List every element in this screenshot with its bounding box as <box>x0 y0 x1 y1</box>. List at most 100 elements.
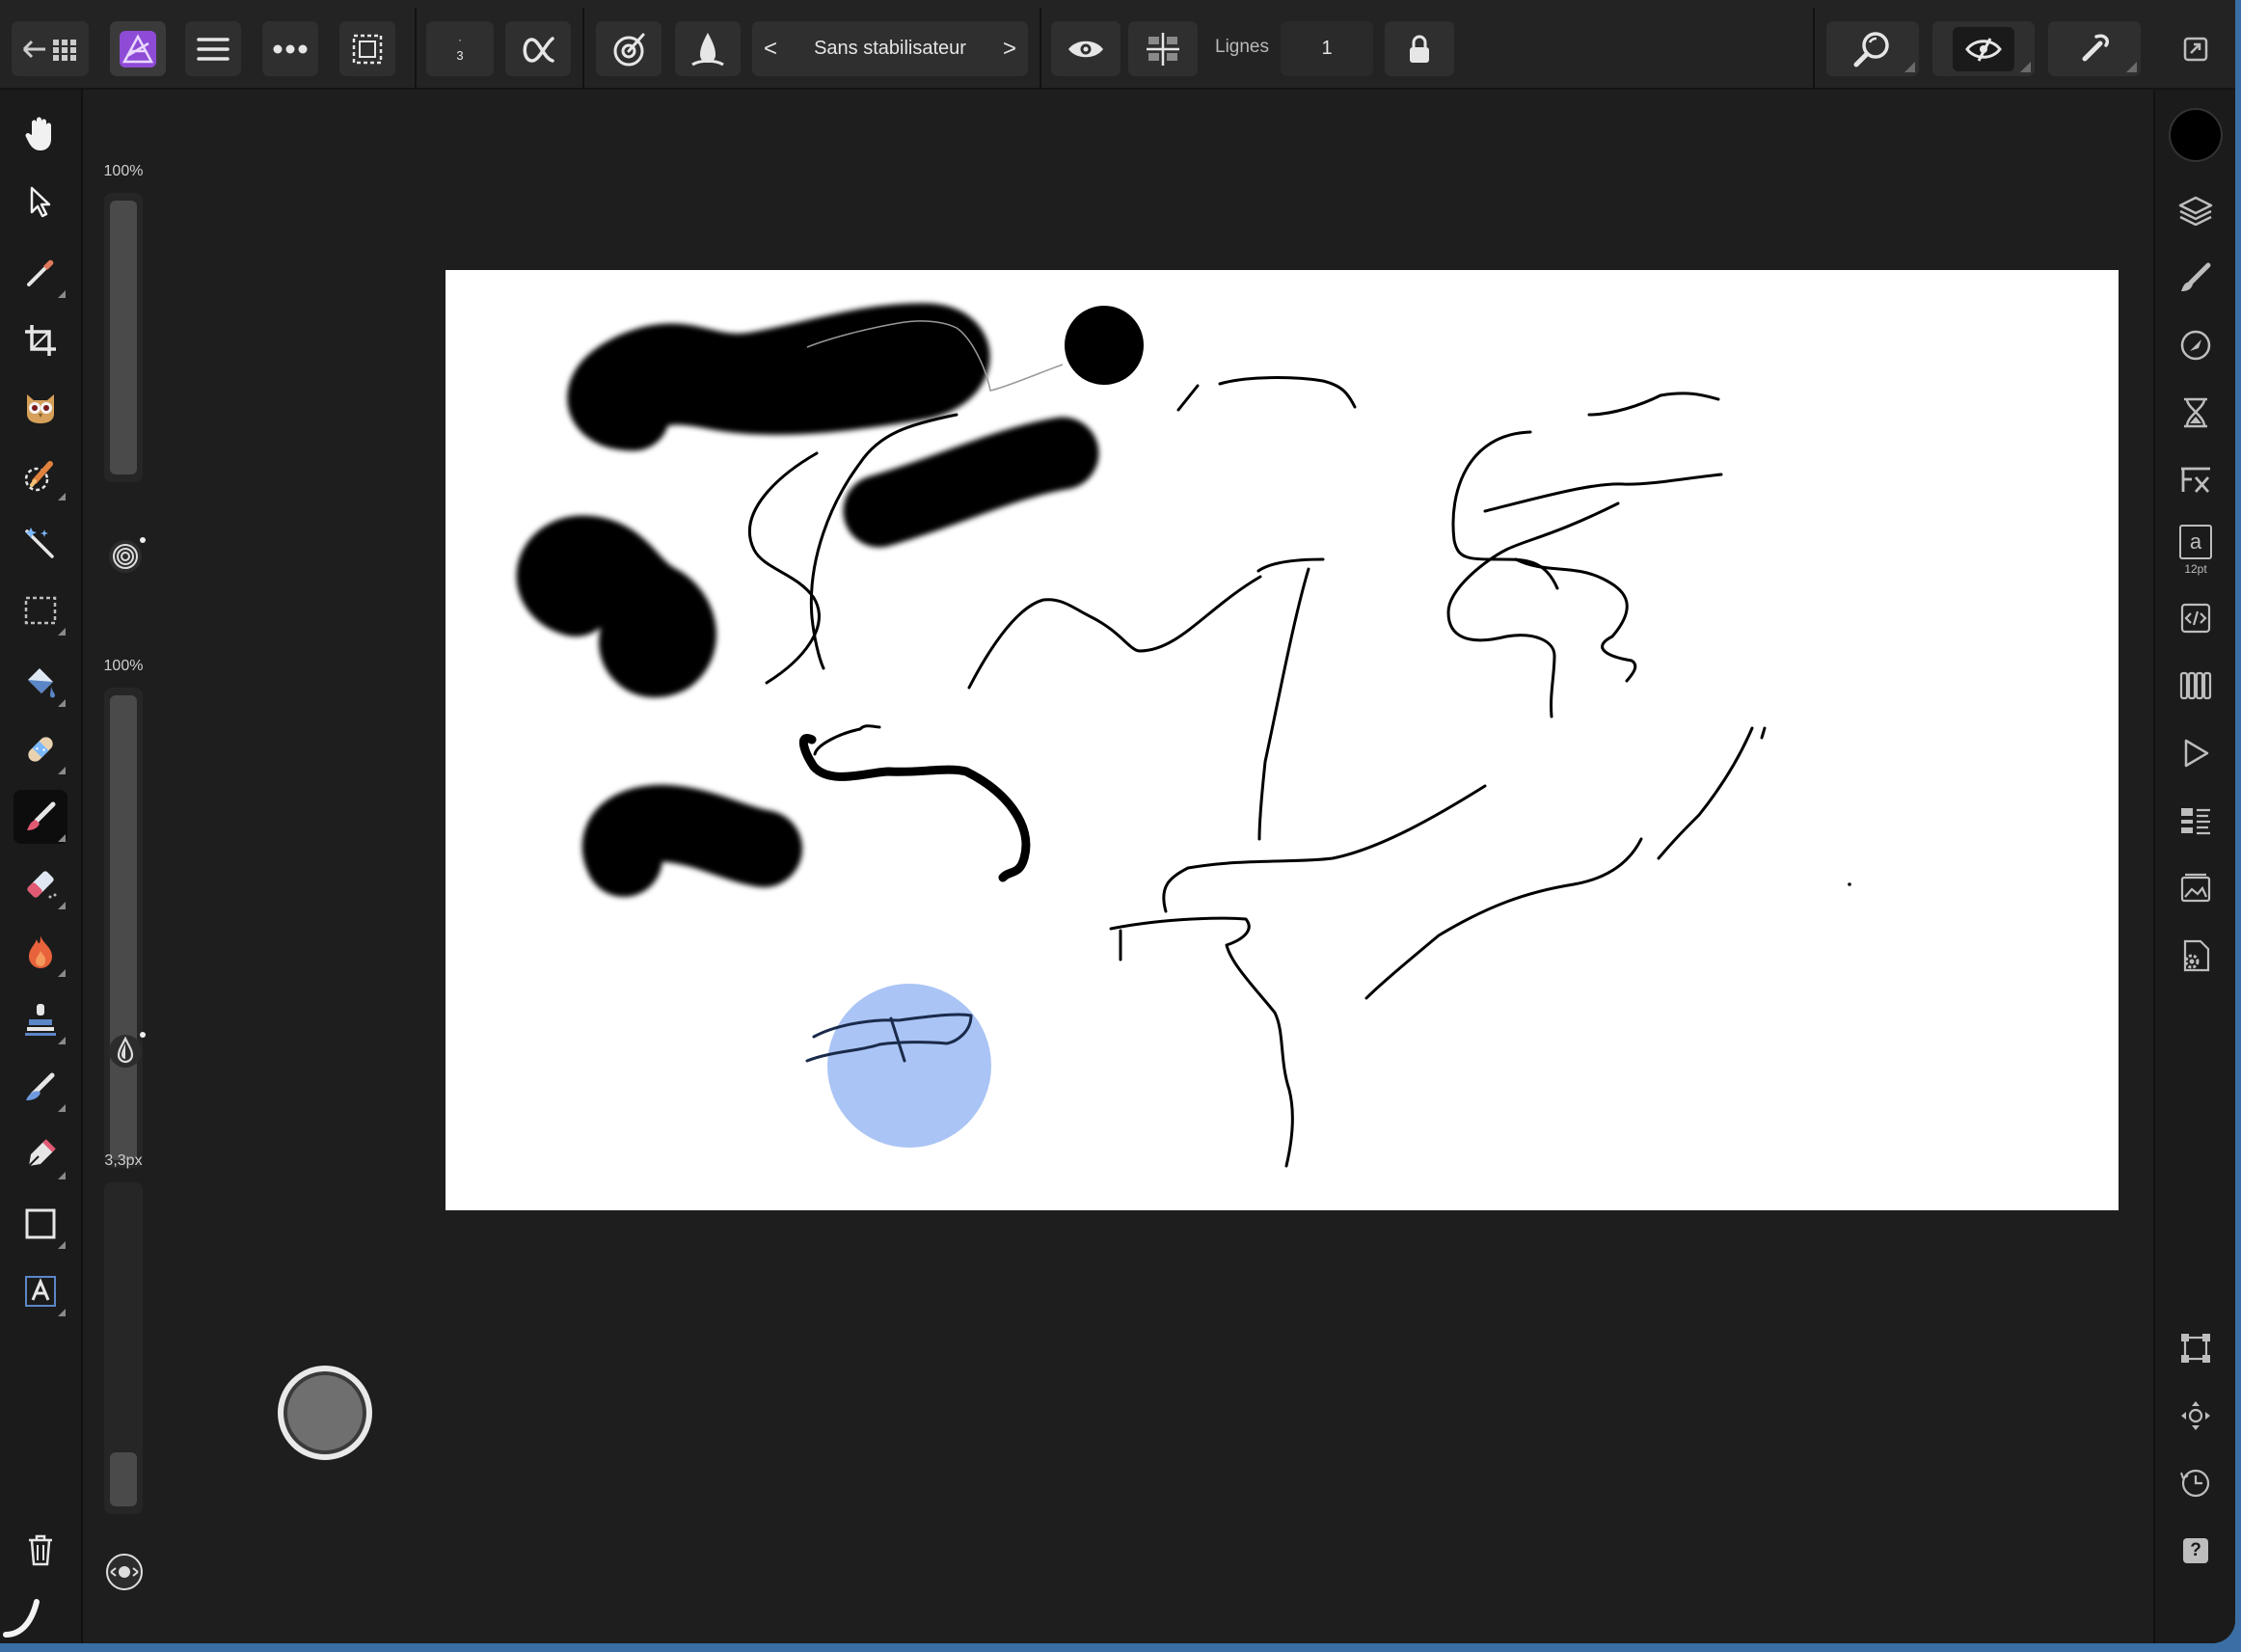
more-button[interactable] <box>262 21 318 76</box>
brush-panel-icon <box>2181 262 2211 291</box>
burn-tool[interactable] <box>14 925 68 979</box>
opacity-target-icon[interactable] <box>104 535 147 578</box>
navigator-icon <box>2181 1401 2210 1430</box>
navigator-panel-button[interactable] <box>2167 1387 2225 1445</box>
layers-panel-button[interactable] <box>2167 181 2225 239</box>
healing-tool[interactable] <box>14 722 68 776</box>
text-icon <box>25 1276 56 1307</box>
line-stroke <box>1162 784 1487 913</box>
width-slider-fill <box>110 1452 137 1506</box>
lines-label: Lignes <box>1215 37 1269 57</box>
thick-stroke-1 <box>567 303 990 451</box>
history-clock-button[interactable] <box>2167 1454 2225 1512</box>
toolbar-separator <box>1813 8 1815 88</box>
channels-panel-button[interactable] <box>2167 792 2225 850</box>
corner-indicator <box>58 1309 66 1316</box>
view-toggle-button[interactable] <box>1051 21 1120 76</box>
lock-button[interactable] <box>1385 21 1454 76</box>
corner-indicator <box>2126 62 2137 72</box>
canvas-drawing <box>516 303 1851 1168</box>
smudge-tool[interactable] <box>14 1060 68 1114</box>
marquee-tool[interactable] <box>14 583 68 637</box>
menu-button[interactable] <box>185 21 241 76</box>
magic-wand-tool[interactable] <box>14 516 68 570</box>
crop-tool[interactable] <box>14 313 68 367</box>
text-tool[interactable] <box>14 1264 68 1318</box>
clone-stamp-icon <box>25 1004 56 1036</box>
corner-indicator <box>58 628 66 636</box>
color-picker-tool[interactable] <box>14 246 68 300</box>
line-stroke <box>967 575 1262 690</box>
paint-brush-tool[interactable] <box>14 790 68 844</box>
document-settings-button[interactable] <box>2167 927 2225 985</box>
brush-preset-button[interactable]: · 3 <box>426 21 494 76</box>
stabilizer-next-button[interactable]: > <box>1003 36 1016 63</box>
hidden-eye-icon <box>1965 37 2002 62</box>
pen-nib-icon <box>28 1139 56 1167</box>
history-panel-button[interactable] <box>2167 384 2225 442</box>
clone-tool[interactable] <box>14 992 68 1046</box>
transform-panel-button[interactable] <box>2167 1319 2225 1377</box>
quick-mask-frame <box>1953 26 2014 71</box>
wet-edges-button[interactable] <box>675 21 741 76</box>
top-toolbar: · 3 < Sans stabilisateur > Lignes 1 <box>0 0 2235 90</box>
flow-droplet-icon[interactable] <box>104 1030 147 1072</box>
hand-tool[interactable] <box>14 107 68 161</box>
pressure-toggle-icon[interactable] <box>102 1550 147 1594</box>
macros-panel-button[interactable] <box>2167 724 2225 782</box>
color-swatch-button[interactable] <box>2167 106 2225 164</box>
brush-size-hint: 3 <box>456 48 464 63</box>
persona-photo-button[interactable] <box>110 21 166 76</box>
shape-tool[interactable] <box>14 1197 68 1251</box>
burn-flame-icon <box>29 935 52 968</box>
help-button[interactable]: ? <box>2167 1522 2225 1580</box>
effects-panel-button[interactable] <box>2167 451 2225 509</box>
brush-options-button[interactable] <box>505 21 571 76</box>
quick-mask-button[interactable] <box>1932 21 2035 76</box>
assistant-button[interactable] <box>2048 21 2141 76</box>
selection-button[interactable] <box>339 21 395 76</box>
corner-indicator <box>58 834 66 842</box>
line-stroke <box>1218 376 1357 409</box>
text-styles-panel-button[interactable]: a 12pt <box>2167 514 2225 585</box>
swatch-strips-icon <box>2179 671 2212 700</box>
fullscreen-button[interactable] <box>2168 21 2224 76</box>
code-panel-button[interactable] <box>2167 589 2225 647</box>
back-to-gallery-button[interactable] <box>12 21 89 76</box>
opacity-label: 100% <box>103 163 144 179</box>
corner-indicator <box>58 493 66 501</box>
play-icon <box>2184 739 2209 768</box>
width-slider[interactable] <box>104 1182 143 1514</box>
stabilizer-selector[interactable]: < Sans stabilisateur > <box>752 21 1028 76</box>
line-stroke <box>798 734 1031 882</box>
brush-dynamics-icon <box>613 33 645 66</box>
zoom-button[interactable] <box>1826 21 1919 76</box>
stock-panel-button[interactable] <box>2167 859 2225 917</box>
swatches-panel-button[interactable] <box>2167 657 2225 715</box>
corner-indicator <box>58 1241 66 1249</box>
document-canvas[interactable] <box>446 270 2119 1210</box>
eraser-tool[interactable] <box>14 857 68 911</box>
symmetry-icon <box>1147 32 1179 66</box>
pen-tool[interactable] <box>14 1127 68 1181</box>
lines-count-field[interactable]: 1 <box>1281 21 1373 76</box>
red-eye-tool[interactable] <box>14 381 68 435</box>
text-style-letter: a <box>2179 524 2212 559</box>
flow-slider[interactable] <box>104 688 143 1168</box>
move-tool[interactable] <box>14 175 68 229</box>
symmetry-button[interactable] <box>1128 21 1198 76</box>
tiny-dot <box>1848 882 1851 886</box>
delete-button[interactable] <box>14 1523 68 1577</box>
record-button[interactable] <box>278 1366 372 1460</box>
opacity-slider[interactable] <box>104 193 143 482</box>
layers-icon <box>2178 196 2213 226</box>
line-stroke <box>747 451 821 685</box>
dynamics-button[interactable] <box>596 21 662 76</box>
selection-brush-tool[interactable] <box>14 448 68 502</box>
stabilizer-prev-button[interactable]: < <box>764 36 777 63</box>
line-stroke <box>1483 473 1723 513</box>
line-stroke <box>813 724 881 756</box>
adjustments-panel-button[interactable] <box>2167 316 2225 374</box>
brushes-panel-button[interactable] <box>2167 249 2225 307</box>
flood-fill-tool[interactable] <box>14 655 68 709</box>
